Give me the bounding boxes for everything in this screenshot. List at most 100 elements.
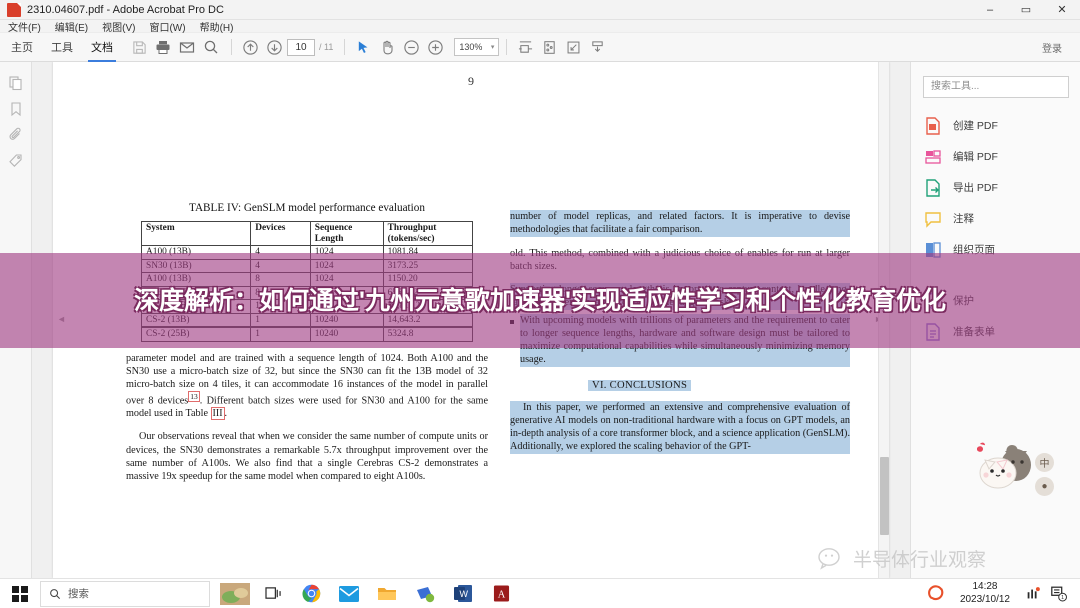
notifications-icon[interactable]: 1 — [1046, 579, 1072, 608]
zoom-level-value: 130% — [459, 42, 483, 52]
right-paragraph-1: number of model replicas, and related fa… — [510, 210, 850, 237]
th-devices: Devices — [250, 220, 311, 247]
tags-icon[interactable] — [5, 150, 27, 172]
table-header-row: System Devices Sequence Length Throughpu… — [140, 220, 474, 247]
window-title: 2310.04607.pdf - Adobe Acrobat Pro DC — [27, 3, 224, 16]
sogou-icon[interactable] — [924, 579, 950, 608]
taskbar-search-input[interactable]: 搜索 — [40, 580, 210, 607]
table-caption: TABLE IV: GenSLM model performance evalu… — [189, 202, 425, 214]
zoom-out-icon[interactable] — [400, 36, 422, 58]
tool-label-export-pdf: 导出 PDF — [953, 182, 998, 194]
volume-icon[interactable] — [1020, 579, 1046, 608]
citation-ref-13[interactable]: 13 — [188, 390, 200, 402]
tool-create-pdf[interactable]: 创建 PDF — [923, 110, 1068, 141]
zoom-level-select[interactable]: 130% ▾ — [454, 38, 500, 56]
windows-start-icon[interactable] — [0, 579, 40, 608]
search-icon[interactable] — [200, 36, 222, 58]
fullscreen-icon[interactable] — [562, 36, 584, 58]
citation-ref-table3[interactable]: III — [210, 407, 225, 421]
ime-status-badges: 中 ● — [1035, 453, 1054, 501]
edit-pdf-icon — [925, 149, 941, 164]
acrobat-icon[interactable]: A — [482, 579, 520, 608]
taskbar-search-placeholder: 搜索 — [68, 588, 89, 600]
export-pdf-icon — [926, 178, 940, 197]
sticky-notes-icon[interactable] — [406, 579, 444, 608]
clock-time: 14:28 — [972, 581, 998, 592]
file-explorer-icon[interactable] — [368, 579, 406, 608]
next-page-icon[interactable] — [263, 36, 285, 58]
left-paragraph-1: parameter model and are trained with a s… — [126, 352, 488, 421]
search-icon — [50, 588, 61, 599]
th-throughput: Throughput (tokens/sec) — [382, 220, 474, 247]
comment-icon — [925, 211, 941, 228]
svg-text:A: A — [497, 590, 505, 601]
page-total-label: / 11 — [319, 42, 334, 52]
mail-icon[interactable] — [330, 579, 368, 608]
windows-taskbar: 搜索 W A 14:28 2023/10/12 1 — [0, 578, 1080, 608]
scrollbar-thumb[interactable] — [880, 457, 889, 535]
section-heading-conclusions: VI. CONCLUSIONS — [588, 379, 692, 391]
pdf-file-icon — [7, 2, 21, 17]
left-paragraph-2: Our observations reveal that when we con… — [126, 431, 488, 483]
tab-tools[interactable]: 工具 — [48, 33, 76, 62]
conclusion-paragraph: In this paper, we performed an extensive… — [510, 400, 850, 454]
taskbar-clock[interactable]: 14:28 2023/10/12 — [960, 581, 1010, 606]
tool-edit-pdf[interactable]: 编辑 PDF — [923, 141, 1068, 172]
word-icon[interactable]: W — [444, 579, 482, 608]
menu-edit[interactable]: 编辑(E) — [55, 19, 88, 34]
previous-page-icon[interactable] — [239, 36, 261, 58]
toolbar-divider-3 — [506, 39, 508, 55]
menu-help[interactable]: 帮助(H) — [200, 19, 234, 34]
th-system: System — [140, 220, 252, 247]
attachments-icon[interactable] — [5, 124, 27, 146]
fit-width-icon[interactable] — [514, 36, 536, 58]
toolbar-divider-2 — [344, 39, 346, 55]
tool-label-edit-pdf: 编辑 PDF — [953, 151, 998, 163]
menu-file[interactable]: 文件(F) — [8, 19, 41, 34]
menu-view[interactable]: 视图(V) — [102, 19, 135, 34]
close-button[interactable]: ✕ — [1044, 0, 1080, 20]
cortana-thumbnail[interactable] — [216, 579, 254, 608]
window-controls: – ▭ ✕ — [972, 0, 1080, 20]
toolbar-divider — [231, 39, 232, 55]
menubar: 文件(F) 编辑(E) 视图(V) 窗口(W) 帮助(H) — [0, 19, 1080, 34]
clock-date: 2023/10/12 — [959, 593, 1010, 605]
svg-text:W: W — [460, 589, 469, 599]
th-sequence-length: Sequence Length — [309, 220, 384, 247]
ime-menu-badge[interactable]: ● — [1035, 477, 1054, 496]
desktop-root: 2310.04607.pdf - Adobe Acrobat Pro DC – … — [0, 0, 1080, 608]
promo-banner-overlay: 深度解析：如何通过'九州元意歌加速器'实现适应性学习和个性化教育优化 — [0, 253, 1080, 348]
bookmarks-icon[interactable] — [5, 98, 27, 120]
email-icon[interactable] — [176, 36, 198, 58]
task-view-icon[interactable] — [254, 579, 292, 608]
chrome-icon[interactable] — [292, 579, 330, 608]
minimize-button[interactable]: – — [972, 0, 1008, 20]
tool-export-pdf[interactable]: 导出 PDF — [923, 172, 1068, 203]
search-tools-input[interactable]: 搜索工具... — [923, 76, 1069, 98]
ime-chinese-badge[interactable]: 中 — [1035, 453, 1054, 472]
page-number-input[interactable]: 10 — [287, 38, 315, 56]
page-thumbnails-icon[interactable] — [5, 72, 27, 94]
scroll-mode-icon[interactable] — [586, 36, 608, 58]
main-toolbar: 主页 工具 文档 10 / 11 130% ▾ 登录 — [0, 33, 1080, 62]
tool-label-comment: 注释 — [953, 213, 974, 225]
chevron-down-icon: ▾ — [490, 44, 495, 51]
tab-document[interactable]: 文档 — [88, 33, 116, 62]
login-link[interactable]: 登录 — [1042, 40, 1062, 55]
tool-comment[interactable]: 注释 — [923, 203, 1068, 234]
system-tray: 14:28 2023/10/12 1 — [924, 579, 1080, 608]
select-cursor-icon[interactable] — [352, 36, 374, 58]
hand-tool-icon[interactable] — [376, 36, 398, 58]
maximize-button[interactable]: ▭ — [1008, 0, 1044, 20]
print-icon[interactable] — [152, 36, 174, 58]
tab-home[interactable]: 主页 — [8, 33, 36, 62]
menu-window[interactable]: 窗口(W) — [149, 19, 185, 34]
svg-text:1: 1 — [1061, 595, 1064, 601]
wechat-icon — [818, 547, 840, 570]
save-icon[interactable] — [128, 36, 150, 58]
page-snapshot-icon[interactable] — [538, 36, 560, 58]
wechat-watermark: 半导体行业观察 — [818, 545, 986, 572]
pdf-page-number: 9 — [468, 74, 474, 88]
zoom-in-icon[interactable] — [424, 36, 446, 58]
tool-label-create-pdf: 创建 PDF — [953, 120, 998, 132]
